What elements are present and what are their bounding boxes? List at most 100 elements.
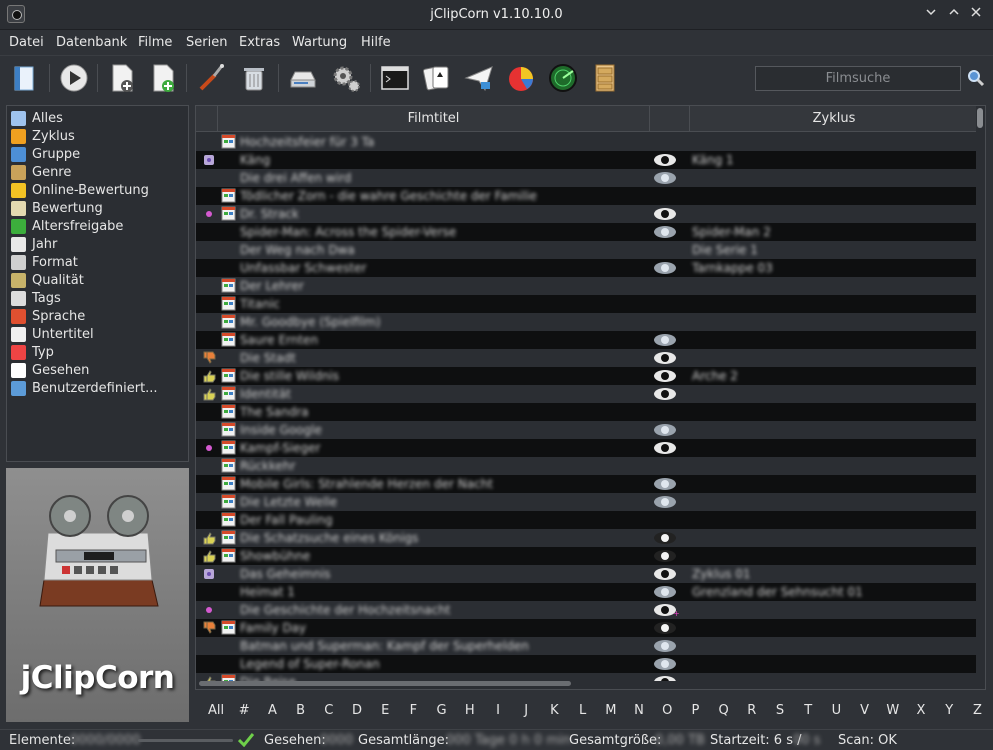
archive-cabinet-icon[interactable] [589, 62, 621, 94]
vertical-scrollbar[interactable] [977, 108, 983, 128]
filter-item-10[interactable]: Tags [11, 290, 186, 308]
add-movie-icon[interactable] [106, 62, 138, 94]
filter-item-3[interactable]: Genre [11, 164, 186, 182]
table-row[interactable]: Heimat 1 Grenzland der Sehnsucht 01 [196, 583, 976, 601]
menu-wartung[interactable]: Wartung [292, 35, 347, 50]
table-row[interactable]: Titanic [196, 295, 976, 313]
menu-datei[interactable]: Datei [9, 35, 44, 50]
table-row[interactable]: Mobile Girls: Strahlende Herzen der Nach… [196, 475, 976, 493]
alphabet-filter-a[interactable]: A [258, 703, 286, 718]
menu-hilfe[interactable]: Hilfe [361, 35, 391, 50]
minimize-button[interactable] [921, 5, 941, 25]
table-row[interactable]: Kampf-Sieger [196, 439, 976, 457]
table-row[interactable]: Die Letzte Welle [196, 493, 976, 511]
table-row[interactable]: Mr. Goodbye (Spielfilm) [196, 313, 976, 331]
alphabet-filter-p[interactable]: P [681, 703, 709, 718]
table-row[interactable]: Die Geschichte der Hochzeitsnacht +3 [196, 601, 976, 619]
alphabet-filter-e[interactable]: E [371, 703, 399, 718]
column-header-icon[interactable] [196, 106, 218, 132]
menu-serien[interactable]: Serien [186, 35, 227, 50]
table-row[interactable]: Der Lehrer [196, 277, 976, 295]
terminal-icon[interactable] [379, 62, 411, 94]
alphabet-filter-u[interactable]: U [822, 703, 850, 718]
table-row[interactable]: Unfassbar Schwester Tarnkappe 03 [196, 259, 976, 277]
column-header-viewed[interactable] [650, 106, 690, 132]
add-series-icon[interactable] [147, 62, 179, 94]
table-row[interactable]: Der Fall Pauling [196, 511, 976, 529]
alphabet-filter-q[interactable]: Q [710, 703, 738, 718]
alphabet-filter-hash[interactable]: # [230, 703, 258, 718]
alphabet-filter-y[interactable]: Y [935, 703, 963, 718]
alphabet-filter-l[interactable]: L [569, 703, 597, 718]
alphabet-filter-r[interactable]: R [738, 703, 766, 718]
table-row[interactable]: Die Reise [196, 673, 976, 681]
table-row[interactable]: Der Weg nach Dwa Die Serie 1 [196, 241, 976, 259]
alphabet-filter-t[interactable]: T [794, 703, 822, 718]
table-row[interactable]: Die drei Affen wird [196, 169, 976, 187]
table-row[interactable]: Spider-Man: Across the Spider-Verse Spide… [196, 223, 976, 241]
alphabet-filter-d[interactable]: D [343, 703, 371, 718]
settings-gear-icon[interactable] [330, 62, 362, 94]
radar-icon[interactable] [547, 62, 579, 94]
alphabet-filter-m[interactable]: M [597, 703, 625, 718]
table-row[interactable]: Legend of Super-Ronan [196, 655, 976, 673]
menu-extras[interactable]: Extras [239, 35, 280, 50]
trash-icon[interactable] [238, 62, 270, 94]
table-row[interactable]: The Sandra [196, 403, 976, 421]
alphabet-filter-n[interactable]: N [625, 703, 653, 718]
filter-item-9[interactable]: Qualität [11, 272, 186, 290]
alphabet-filter-v[interactable]: V [851, 703, 879, 718]
filter-item-13[interactable]: Typ [11, 344, 186, 362]
table-row[interactable]: Käng Käng 1 [196, 151, 976, 169]
column-header-filmtitel[interactable]: Filmtitel [218, 106, 650, 132]
table-row[interactable]: Die Stadt [196, 349, 976, 367]
alphabet-filter-z[interactable]: Z [963, 703, 991, 718]
filter-item-1[interactable]: Zyklus [11, 128, 186, 146]
maximize-button[interactable] [944, 5, 964, 25]
filter-item-4[interactable]: Online-Bewertung [11, 182, 186, 200]
alphabet-filter-o[interactable]: O [653, 703, 681, 718]
alphabet-filter-h[interactable]: H [456, 703, 484, 718]
search-icon[interactable] [967, 69, 985, 87]
table-row[interactable]: Batman und Superman: Kampf der Superheld… [196, 637, 976, 655]
alphabet-filter-f[interactable]: F [399, 703, 427, 718]
alphabet-filter-all[interactable]: All [202, 703, 230, 718]
table-row[interactable]: Rückkehr [196, 457, 976, 475]
filter-item-11[interactable]: Sprache [11, 308, 186, 326]
filter-item-15[interactable]: Benutzerdefiniert... [11, 380, 186, 398]
table-row[interactable]: Die stille Wildnis Arche 2 [196, 367, 976, 385]
statistics-pie-icon[interactable] [505, 62, 537, 94]
alphabet-filter-s[interactable]: S [766, 703, 794, 718]
filter-item-7[interactable]: Jahr [11, 236, 186, 254]
filter-item-8[interactable]: Format [11, 254, 186, 272]
scanner-icon[interactable] [287, 62, 319, 94]
open-database-icon[interactable] [9, 62, 41, 94]
alphabet-filter-i[interactable]: I [484, 703, 512, 718]
filter-item-0[interactable]: Alles [11, 110, 186, 128]
filter-item-5[interactable]: Bewertung [11, 200, 186, 218]
alphabet-filter-g[interactable]: G [428, 703, 456, 718]
edit-tools-icon[interactable] [195, 62, 227, 94]
filter-item-12[interactable]: Untertitel [11, 326, 186, 344]
send-export-icon[interactable] [463, 62, 495, 94]
table-row[interactable]: Identität [196, 385, 976, 403]
menu-datenbank[interactable]: Datenbank [56, 35, 127, 50]
filter-item-14[interactable]: Gesehen [11, 362, 186, 380]
alphabet-filter-j[interactable]: J [512, 703, 540, 718]
menu-filme[interactable]: Filme [138, 35, 172, 50]
horizontal-scrollbar[interactable] [199, 681, 571, 686]
table-row[interactable]: Das Geheimnis Zyklus 01 [196, 565, 976, 583]
alphabet-filter-k[interactable]: K [540, 703, 568, 718]
table-row[interactable]: Saure Ernten [196, 331, 976, 349]
close-button[interactable] [966, 5, 986, 25]
table-row[interactable]: Inside Google [196, 421, 976, 439]
play-icon[interactable] [58, 62, 90, 94]
search-input[interactable] [755, 66, 961, 91]
alphabet-filter-w[interactable]: W [879, 703, 907, 718]
filter-item-6[interactable]: Altersfreigabe [11, 218, 186, 236]
column-header-zyklus[interactable]: Zyklus [690, 106, 978, 132]
table-row[interactable]: Dr. Strack [196, 205, 976, 223]
table-row[interactable]: Tödlicher Zorn - die wahre Geschichte de… [196, 187, 976, 205]
cards-icon[interactable] [420, 62, 452, 94]
table-row[interactable]: Hochzeitsfeier für 3 Ta [196, 133, 976, 151]
